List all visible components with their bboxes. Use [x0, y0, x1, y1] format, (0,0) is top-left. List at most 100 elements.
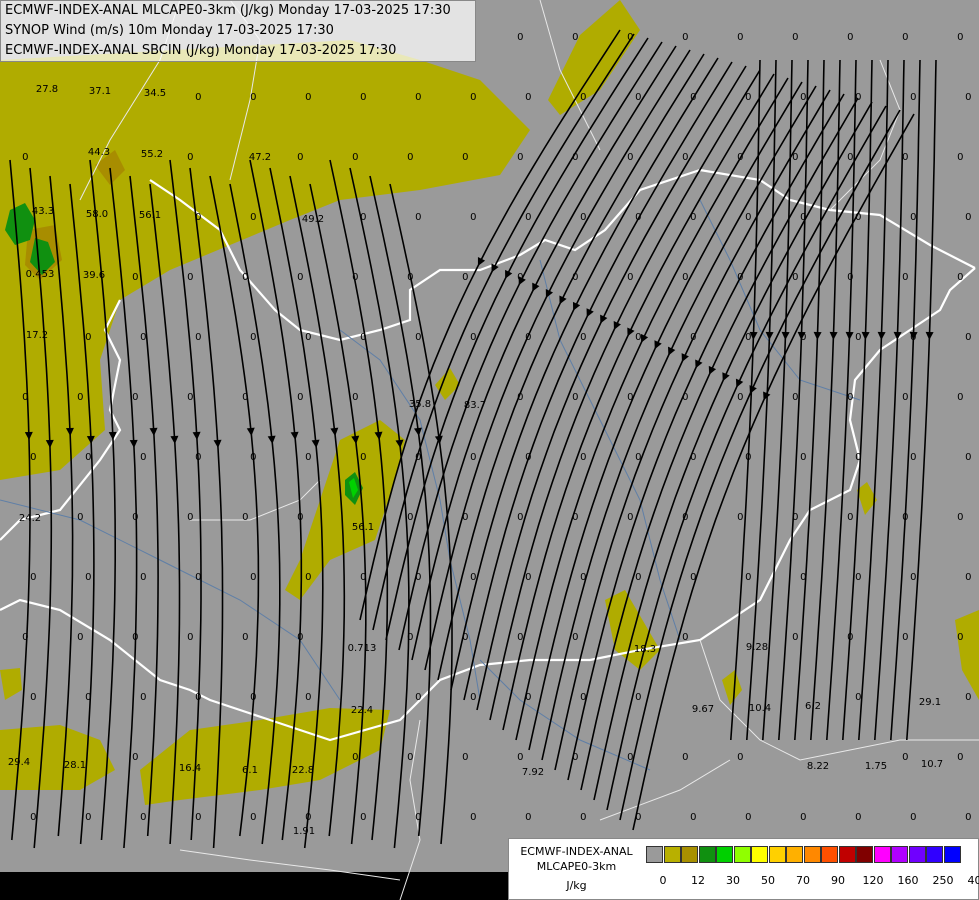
zero-value-label: 0	[250, 92, 256, 103]
legend-tick-label: 250	[932, 874, 954, 887]
zero-value-label: 0	[965, 692, 971, 703]
legend-swatch	[646, 846, 663, 863]
zero-value-label: 0	[627, 152, 633, 163]
zero-value-label: 0	[22, 632, 28, 643]
zero-value-label: 0	[407, 152, 413, 163]
zero-value-label: 0	[407, 632, 413, 643]
zero-value-label: 0	[745, 452, 751, 463]
zero-value-label: 0	[855, 212, 861, 223]
zero-value-label: 0	[690, 92, 696, 103]
zero-value-label: 0	[195, 812, 201, 823]
zero-value-label: 0	[682, 752, 688, 763]
cape-value-label: 10.7	[921, 759, 943, 770]
zero-value-label: 0	[792, 512, 798, 523]
zero-value-label: 0	[855, 332, 861, 343]
zero-value-label: 0	[30, 572, 36, 583]
legend-tick-label: 30	[726, 874, 740, 887]
zero-value-label: 0	[855, 692, 861, 703]
zero-value-label: 0	[517, 392, 523, 403]
zero-value-label: 0	[242, 272, 248, 283]
zero-value-label: 0	[250, 572, 256, 583]
zero-value-label: 0	[415, 692, 421, 703]
zero-value-label: 0	[195, 332, 201, 343]
legend-swatch	[908, 846, 926, 863]
zero-value-label: 0	[305, 692, 311, 703]
cape-value-label: 37.1	[89, 86, 111, 97]
zero-value-label: 0	[132, 392, 138, 403]
zero-value-label: 0	[580, 332, 586, 343]
zero-value-label: 0	[352, 152, 358, 163]
zero-value-label: 0	[305, 332, 311, 343]
zero-value-label: 0	[957, 512, 963, 523]
zero-value-label: 0	[415, 452, 421, 463]
zero-value-label: 0	[902, 392, 908, 403]
zero-value-label: 0	[525, 332, 531, 343]
zero-value-label: 0	[910, 452, 916, 463]
zero-value-label: 0	[415, 812, 421, 823]
zero-value-label: 0	[957, 392, 963, 403]
cape-value-label: 43.3	[32, 206, 54, 217]
cape-value-label: 6.2	[805, 701, 821, 712]
zero-value-label: 0	[792, 632, 798, 643]
legend-swatch	[873, 846, 891, 863]
zero-value-label: 0	[85, 572, 91, 583]
zero-value-label: 0	[847, 632, 853, 643]
zero-value-label: 0	[195, 572, 201, 583]
zero-value-label: 0	[77, 632, 83, 643]
zero-value-label: 0	[85, 812, 91, 823]
zero-value-label: 0	[462, 752, 468, 763]
zero-value-label: 0	[360, 452, 366, 463]
legend-tick-label: 70	[796, 874, 810, 887]
zero-value-label: 0	[85, 332, 91, 343]
zero-value-label: 0	[800, 92, 806, 103]
zero-value-label: 0	[305, 452, 311, 463]
zero-value-label: 0	[462, 272, 468, 283]
zero-value-label: 0	[242, 392, 248, 403]
zero-value-label: 0	[517, 512, 523, 523]
zero-value-label: 0	[792, 392, 798, 403]
zero-value-label: 0	[195, 92, 201, 103]
zero-value-label: 0	[517, 752, 523, 763]
legend-swatch	[891, 846, 908, 863]
cape-value-label: 55.2	[141, 149, 163, 160]
zero-value-label: 0	[415, 92, 421, 103]
zero-value-label: 0	[902, 752, 908, 763]
header-line-cin: ECMWF-INDEX-ANAL SBCIN (J/kg) Monday 17-…	[5, 43, 397, 58]
zero-value-label: 0	[910, 212, 916, 223]
zero-value-label: 0	[305, 812, 311, 823]
zero-value-label: 0	[572, 752, 578, 763]
cape-value-label: 1.91	[293, 826, 315, 837]
zero-value-label: 0	[572, 632, 578, 643]
zero-value-label: 0	[352, 392, 358, 403]
zero-value-label: 0	[407, 272, 413, 283]
zero-value-label: 0	[525, 812, 531, 823]
cape-value-label: 16.4	[179, 763, 201, 774]
zero-value-label: 0	[517, 32, 523, 43]
cape-value-label: 58.0	[86, 209, 108, 220]
zero-value-label: 0	[525, 212, 531, 223]
zero-value-label: 0	[187, 272, 193, 283]
zero-value-label: 0	[30, 692, 36, 703]
zero-value-label: 0	[690, 452, 696, 463]
zero-value-label: 0	[635, 212, 641, 223]
zero-value-label: 0	[250, 452, 256, 463]
cape-value-label: 18.3	[634, 644, 656, 655]
zero-value-label: 0	[470, 572, 476, 583]
header-line-cape: ECMWF-INDEX-ANAL MLCAPE0-3km (J/kg) Mond…	[5, 3, 451, 18]
zero-value-label: 0	[470, 332, 476, 343]
zero-value-label: 0	[517, 152, 523, 163]
zero-value-label: 0	[250, 212, 256, 223]
zero-value-label: 0	[572, 152, 578, 163]
zero-value-label: 0	[690, 572, 696, 583]
zero-value-label: 0	[957, 632, 963, 643]
legend-swatch	[663, 846, 681, 863]
zero-value-label: 0	[187, 392, 193, 403]
zero-value-label: 0	[800, 452, 806, 463]
zero-value-label: 0	[580, 692, 586, 703]
zero-value-label: 0	[635, 812, 641, 823]
legend-tick-label: 50	[761, 874, 775, 887]
weather-map: 27.8 37.1 34.5 44.3 55.2 47.2 43.3 58.0 56.1 49.2…	[0, 0, 979, 900]
zero-value-label: 0	[910, 332, 916, 343]
zero-value-label: 0	[407, 752, 413, 763]
zero-value-label: 0	[470, 212, 476, 223]
